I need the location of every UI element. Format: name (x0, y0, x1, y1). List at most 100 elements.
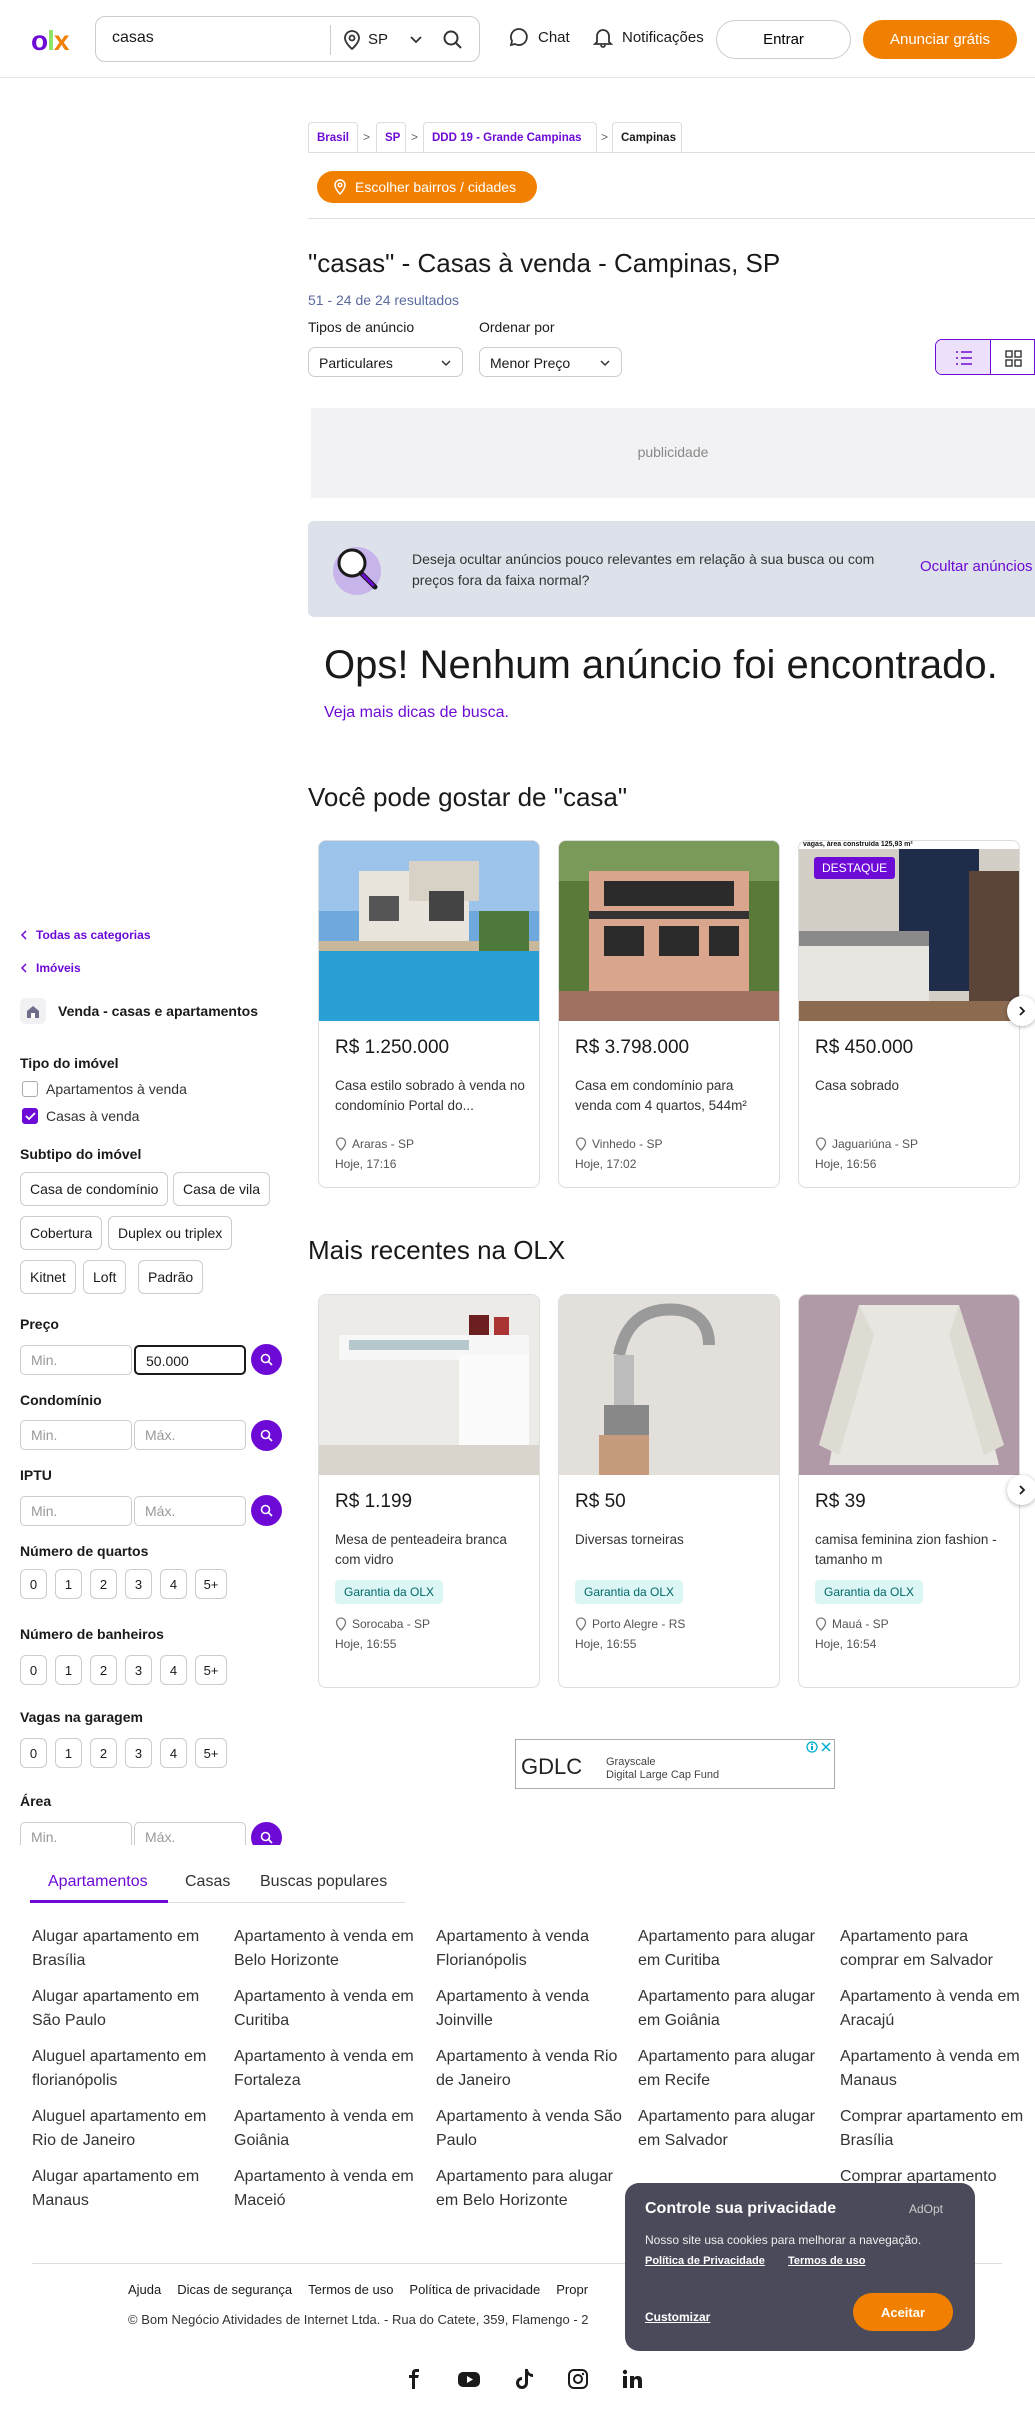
grid-view-button[interactable] (991, 340, 1034, 374)
footer-link[interactable]: Comprar apartamento em Brasília (840, 2105, 1030, 2153)
carousel-next-button[interactable] (1007, 1475, 1035, 1505)
price-max-input[interactable]: 50.000 (134, 1345, 246, 1375)
terms-link[interactable]: Termos de uso (788, 2255, 865, 2267)
count-option[interactable]: 0 (20, 1655, 47, 1685)
post-ad-button[interactable]: Anunciar grátis (863, 20, 1017, 59)
safety-tips-link[interactable]: Dicas de segurança (177, 2282, 292, 2297)
area-max-input[interactable]: Máx. (134, 1822, 246, 1845)
footer-link[interactable]: Apartamento à venda em Fortaleza (234, 2045, 424, 2093)
count-option[interactable]: 0 (20, 1738, 47, 1768)
listing-card[interactable]: R$ 39 camisa feminina zion fashion - tam… (798, 1294, 1020, 1688)
count-option[interactable]: 5+ (195, 1569, 227, 1599)
condo-max-input[interactable]: Máx. (134, 1420, 246, 1450)
breadcrumb-item-sp[interactable]: SP (376, 122, 406, 152)
subtype-chip[interactable]: Casa de vila (173, 1172, 271, 1206)
chevron-down-icon[interactable] (408, 31, 424, 47)
search-icon[interactable] (442, 29, 464, 51)
listing-card[interactable]: R$ 1.250.000 Casa estilo sobrado à venda… (318, 840, 540, 1188)
count-option[interactable]: 3 (125, 1569, 152, 1599)
footer-tab-casas[interactable]: Casas (185, 1873, 230, 1891)
listing-card[interactable]: R$ 50 Diversas torneiras Garantia da OLX… (558, 1294, 780, 1688)
checkbox-casas[interactable]: Casas à venda (22, 1108, 139, 1124)
search-tips-link[interactable]: Veja mais dicas de busca. (324, 704, 509, 722)
count-option[interactable]: 4 (160, 1569, 187, 1599)
breadcrumb-item-brasil[interactable]: Brasil (308, 122, 358, 152)
count-option[interactable]: 5+ (195, 1655, 227, 1685)
footer-link[interactable]: Apartamento para alugar em Goiânia (638, 1985, 828, 2033)
breadcrumb-item-ddd[interactable]: DDD 19 - Grande Campinas (423, 122, 597, 152)
footer-link[interactable]: Apartamento à venda em Aracajú (840, 1985, 1030, 2033)
count-option[interactable]: 3 (125, 1738, 152, 1768)
subtype-chip[interactable]: Kitnet (20, 1260, 76, 1294)
footer-link[interactable]: Apartamento para alugar em Belo Horizont… (436, 2165, 626, 2213)
subtype-chip[interactable]: Casa de condomínio (20, 1172, 169, 1206)
footer-link[interactable]: Apartamento para alugar em Recife (638, 2045, 828, 2093)
all-categories-link[interactable]: Todas as categorias (20, 928, 151, 942)
footer-link[interactable]: Apartamento para alugar em Salvador (638, 2105, 828, 2153)
footer-link[interactable]: Aluguel apartamento em florianópolis (32, 2045, 222, 2093)
count-option[interactable]: 5+ (195, 1738, 227, 1768)
footer-link[interactable]: Apartamento para comprar em Salvador (840, 1925, 1030, 1973)
subtype-chip[interactable]: Duplex ou triplex (108, 1216, 233, 1250)
subtype-chip[interactable]: Cobertura (20, 1216, 103, 1250)
footer-tab-apartamentos[interactable]: Apartamentos (48, 1873, 148, 1891)
help-link[interactable]: Ajuda (128, 2282, 161, 2297)
checkbox[interactable] (22, 1081, 38, 1097)
sort-select[interactable]: Menor Preço (479, 347, 622, 377)
count-option[interactable]: 1 (55, 1655, 82, 1685)
iptu-min-input[interactable]: Min. (20, 1496, 132, 1526)
count-option[interactable]: 1 (55, 1569, 82, 1599)
footer-link[interactable]: Apartamento à venda São Paulo (436, 2105, 626, 2153)
count-option[interactable]: 2 (90, 1655, 117, 1685)
count-option[interactable]: 4 (160, 1738, 187, 1768)
tiktok-icon[interactable] (513, 2368, 535, 2390)
footer-tab-buscas[interactable]: Buscas populares (260, 1873, 387, 1891)
list-view-button[interactable] (936, 340, 991, 374)
footer-link[interactable]: Apartamento à venda em Belo Horizonte (234, 1925, 424, 1973)
footer-link[interactable]: Alugar apartamento em Manaus (32, 2165, 222, 2213)
linkedin-icon[interactable] (621, 2368, 643, 2390)
footer-link[interactable]: Apartamento para alugar em Curitiba (638, 1925, 828, 1973)
facebook-icon[interactable] (403, 2368, 425, 2390)
footer-link[interactable]: Aluguel apartamento em Rio de Janeiro (32, 2105, 222, 2153)
condo-apply-button[interactable] (251, 1420, 282, 1451)
iptu-apply-button[interactable] (251, 1495, 282, 1526)
notifications-link[interactable]: Notificações (592, 26, 704, 48)
carousel-next-button[interactable] (1007, 996, 1035, 1026)
count-option[interactable]: 0 (20, 1569, 47, 1599)
olx-logo[interactable]: olx (31, 25, 69, 57)
privacy-policy-link[interactable]: Política de Privacidade (645, 2255, 765, 2267)
count-option[interactable]: 4 (160, 1655, 187, 1685)
privacy-policy-link[interactable]: Política de privacidade (409, 2282, 540, 2297)
footer-link[interactable]: Alugar apartamento em São Paulo (32, 1985, 222, 2033)
terms-link[interactable]: Termos de uso (308, 2282, 393, 2297)
price-min-input[interactable]: Min. (20, 1345, 132, 1375)
footer-link[interactable]: Apartamento à venda em Manaus (840, 2045, 1030, 2093)
footer-link[interactable]: Alugar apartamento em Brasília (32, 1925, 222, 1973)
checkbox-apartamentos[interactable]: Apartamentos à venda (22, 1081, 187, 1097)
footer-link[interactable]: Apartamento à venda Joinville (436, 1985, 626, 2033)
choose-neighborhoods-button[interactable]: Escolher bairros / cidades (317, 171, 537, 203)
chat-link[interactable]: Chat (508, 26, 570, 48)
subtype-chip[interactable]: Padrão (138, 1260, 204, 1294)
accept-button[interactable]: Aceitar (853, 2293, 953, 2331)
footer-link[interactable]: Apartamento à venda em Maceió (234, 2165, 424, 2213)
instagram-icon[interactable] (567, 2368, 589, 2390)
search-input[interactable] (112, 29, 312, 47)
listing-card[interactable]: R$ 1.199 Mesa de penteadeira branca com … (318, 1294, 540, 1688)
checkbox-checked[interactable] (22, 1108, 38, 1124)
ad-type-select[interactable]: Particulares (308, 347, 463, 377)
footer-link[interactable]: Propr (556, 2282, 588, 2297)
subtype-chip[interactable]: Loft (83, 1260, 127, 1294)
iptu-max-input[interactable]: Máx. (134, 1496, 246, 1526)
area-apply-button[interactable] (251, 1822, 282, 1845)
condo-min-input[interactable]: Min. (20, 1420, 132, 1450)
adchoices-icon[interactable] (806, 1741, 818, 1753)
listing-card[interactable]: R$ 3.798.000 Casa em condomínio para ven… (558, 840, 780, 1188)
display-ad[interactable]: GDLC Grayscale Digital Large Cap Fund (515, 1739, 835, 1789)
youtube-icon[interactable] (457, 2368, 481, 2390)
imoveis-link[interactable]: Imóveis (20, 961, 81, 975)
listing-card[interactable]: vagas, área construída 125,93 m² DESTAQU… (798, 840, 1020, 1188)
count-option[interactable]: 2 (90, 1569, 117, 1599)
login-button[interactable]: Entrar (716, 20, 851, 59)
